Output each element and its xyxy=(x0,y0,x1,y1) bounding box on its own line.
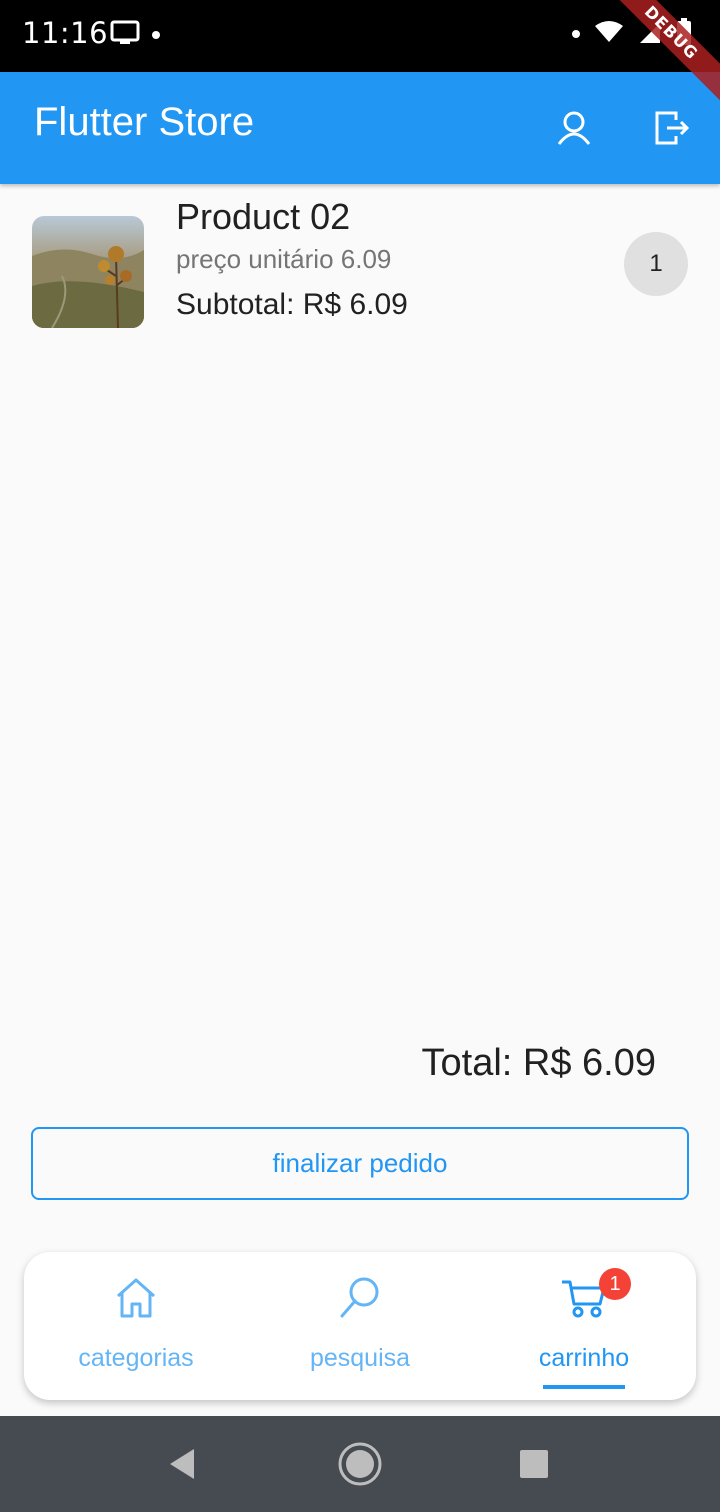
account-button[interactable] xyxy=(546,100,602,156)
quantity-badge[interactable]: 1 xyxy=(624,232,688,296)
bottom-navigation: categorias pesquisa 1 carrinho xyxy=(24,1252,696,1400)
product-subtotal: Subtotal: R$ 6.09 xyxy=(176,288,408,321)
cart-total: Total: R$ 6.09 xyxy=(421,1042,656,1084)
notification-dot-icon xyxy=(152,31,160,39)
status-bar: 11:16 DEBUG xyxy=(0,0,720,110)
status-time: 11:16 xyxy=(22,16,109,50)
recents-icon xyxy=(520,1450,548,1478)
nav-label-categorias: categorias xyxy=(78,1344,194,1372)
status-left-icons xyxy=(110,20,160,50)
active-tab-indicator xyxy=(543,1385,625,1389)
home-icon xyxy=(117,1278,155,1318)
account-icon xyxy=(557,111,591,145)
notification-dot-icon xyxy=(572,30,580,38)
logout-icon xyxy=(655,111,690,145)
product-thumbnail xyxy=(32,216,144,328)
nav-item-carrinho[interactable]: 1 carrinho xyxy=(472,1252,696,1400)
product-title: Product 02 xyxy=(176,196,351,237)
cart-count-badge: 1 xyxy=(599,1268,631,1300)
logout-button[interactable] xyxy=(644,100,700,156)
system-recents-button[interactable] xyxy=(510,1440,558,1488)
back-icon xyxy=(170,1449,194,1479)
system-home-button[interactable] xyxy=(336,1440,384,1488)
system-navigation-bar xyxy=(0,1416,720,1512)
search-icon xyxy=(340,1277,379,1318)
app-bar: Flutter Store xyxy=(0,72,720,184)
product-unit-price: preço unitário 6.09 xyxy=(176,244,392,274)
cast-icon xyxy=(110,20,140,50)
nav-label-carrinho: carrinho xyxy=(538,1344,630,1372)
nav-item-pesquisa[interactable]: pesquisa xyxy=(248,1252,472,1400)
nav-item-categorias[interactable]: categorias xyxy=(24,1252,248,1400)
home-circle-icon xyxy=(338,1442,382,1486)
nav-label-pesquisa: pesquisa xyxy=(309,1344,411,1372)
screen: 11:16 DEBUG Flutter Store Product 02 pre… xyxy=(0,0,720,1512)
app-title: Flutter Store xyxy=(34,100,255,144)
checkout-button[interactable]: finalizar pedido xyxy=(31,1127,689,1200)
cart-item[interactable]: Product 02 preço unitário 6.09 Subtotal:… xyxy=(0,192,720,342)
system-back-button[interactable] xyxy=(158,1440,206,1488)
wifi-icon xyxy=(594,20,624,48)
